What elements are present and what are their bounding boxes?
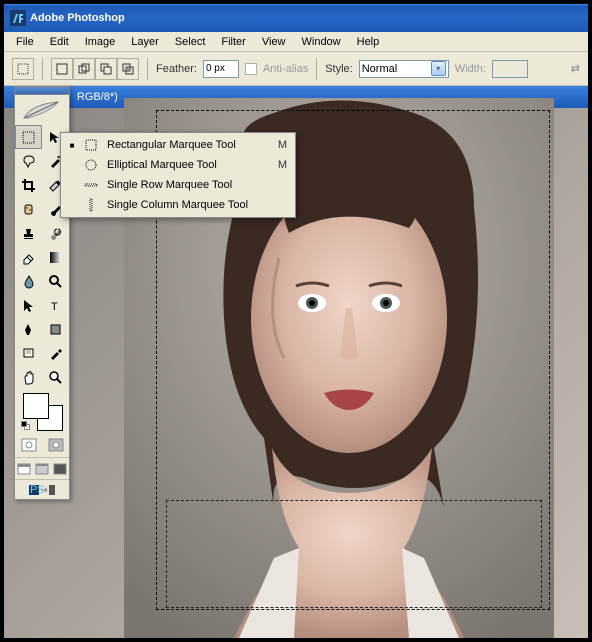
width-input (492, 60, 528, 78)
dodge-tool[interactable] (42, 269, 69, 293)
screen-standard-button[interactable] (15, 458, 33, 479)
menu-filter[interactable]: Filter (213, 34, 253, 50)
screen-fullmenu-button[interactable] (33, 458, 51, 479)
flyout-single-row-marquee[interactable]: Single Row Marquee Tool (61, 175, 295, 195)
marquee-selection-inner[interactable] (166, 500, 542, 608)
feather-input[interactable] (203, 60, 239, 78)
healing-tool[interactable] (15, 197, 42, 221)
history-brush-tool[interactable] (42, 221, 69, 245)
antialias-checkbox (245, 63, 257, 75)
zoom-tool[interactable] (42, 365, 69, 389)
stamp-tool[interactable] (15, 221, 42, 245)
intersect-selection-button[interactable] (117, 58, 139, 80)
marquee-flyout-menu: ■ Rectangular Marquee Tool M Elliptical … (60, 132, 296, 218)
subtract-selection-button[interactable] (95, 58, 117, 80)
flyout-elliptical-marquee[interactable]: Elliptical Marquee Tool M (61, 155, 295, 175)
menu-window[interactable]: Window (294, 34, 349, 50)
menubar: File Edit Image Layer Select Filter View… (4, 32, 588, 52)
single-row-marquee-icon (83, 177, 99, 193)
bullet-icon: ■ (69, 141, 75, 150)
toolbox-grip[interactable] (15, 87, 69, 95)
menu-help[interactable]: Help (349, 34, 388, 50)
menu-image[interactable]: Image (77, 34, 124, 50)
blur-tool[interactable] (15, 269, 42, 293)
options-bar: Feather: Anti-alias Style: Normal ▾ Widt… (4, 52, 588, 86)
quickmask-mode-button[interactable] (42, 433, 69, 457)
path-select-tool[interactable] (15, 293, 42, 317)
eyedropper-tool[interactable] (42, 341, 69, 365)
single-column-marquee-icon (83, 197, 99, 213)
default-colors-icon[interactable] (21, 421, 31, 431)
document-title-partial: RGB/8*) (77, 91, 118, 103)
crop-tool[interactable] (15, 173, 42, 197)
titlebar: Adobe Photoshop (4, 4, 588, 32)
app-title: Adobe Photoshop (30, 12, 125, 24)
add-selection-button[interactable] (73, 58, 95, 80)
swap-icon[interactable]: ⇄ (571, 62, 580, 75)
antialias-label: Anti-alias (263, 63, 308, 75)
marquee-tool[interactable] (15, 125, 42, 149)
tool-preset[interactable] (12, 58, 34, 80)
standard-mode-button[interactable] (15, 433, 42, 457)
app-window: Adobe Photoshop File Edit Image Layer Se… (4, 4, 588, 638)
hand-tool[interactable] (15, 365, 42, 389)
chevron-down-icon: ▾ (431, 61, 446, 76)
svg-text:T: T (51, 301, 58, 313)
menu-view[interactable]: View (254, 34, 294, 50)
selection-mode-group (51, 58, 139, 80)
menu-layer[interactable]: Layer (123, 34, 167, 50)
screen-full-button[interactable] (51, 458, 69, 479)
menu-select[interactable]: Select (167, 34, 214, 50)
foreground-color[interactable] (23, 393, 49, 419)
menu-file[interactable]: File (8, 34, 42, 50)
width-label: Width: (455, 63, 486, 75)
shape-tool[interactable] (42, 317, 69, 341)
style-select[interactable]: Normal ▾ (359, 60, 449, 78)
rectangular-marquee-icon (83, 137, 99, 153)
color-swatches[interactable] (15, 389, 69, 433)
flyout-single-column-marquee[interactable]: Single Column Marquee Tool (61, 195, 295, 215)
menu-edit[interactable]: Edit (42, 34, 77, 50)
feather-icon (15, 95, 69, 125)
jump-to-imageready-button[interactable]: PS (15, 479, 69, 499)
gradient-tool[interactable] (42, 245, 69, 269)
pen-tool[interactable] (15, 317, 42, 341)
style-value: Normal (362, 63, 397, 75)
new-selection-button[interactable] (51, 58, 73, 80)
elliptical-marquee-icon (83, 157, 99, 173)
style-label: Style: (325, 63, 353, 75)
notes-tool[interactable] (15, 341, 42, 365)
app-icon (10, 10, 26, 26)
type-tool[interactable]: T (42, 293, 69, 317)
feather-label: Feather: (156, 63, 197, 75)
flyout-rectangular-marquee[interactable]: ■ Rectangular Marquee Tool M (61, 135, 295, 155)
lasso-tool[interactable] (15, 149, 42, 173)
eraser-tool[interactable] (15, 245, 42, 269)
